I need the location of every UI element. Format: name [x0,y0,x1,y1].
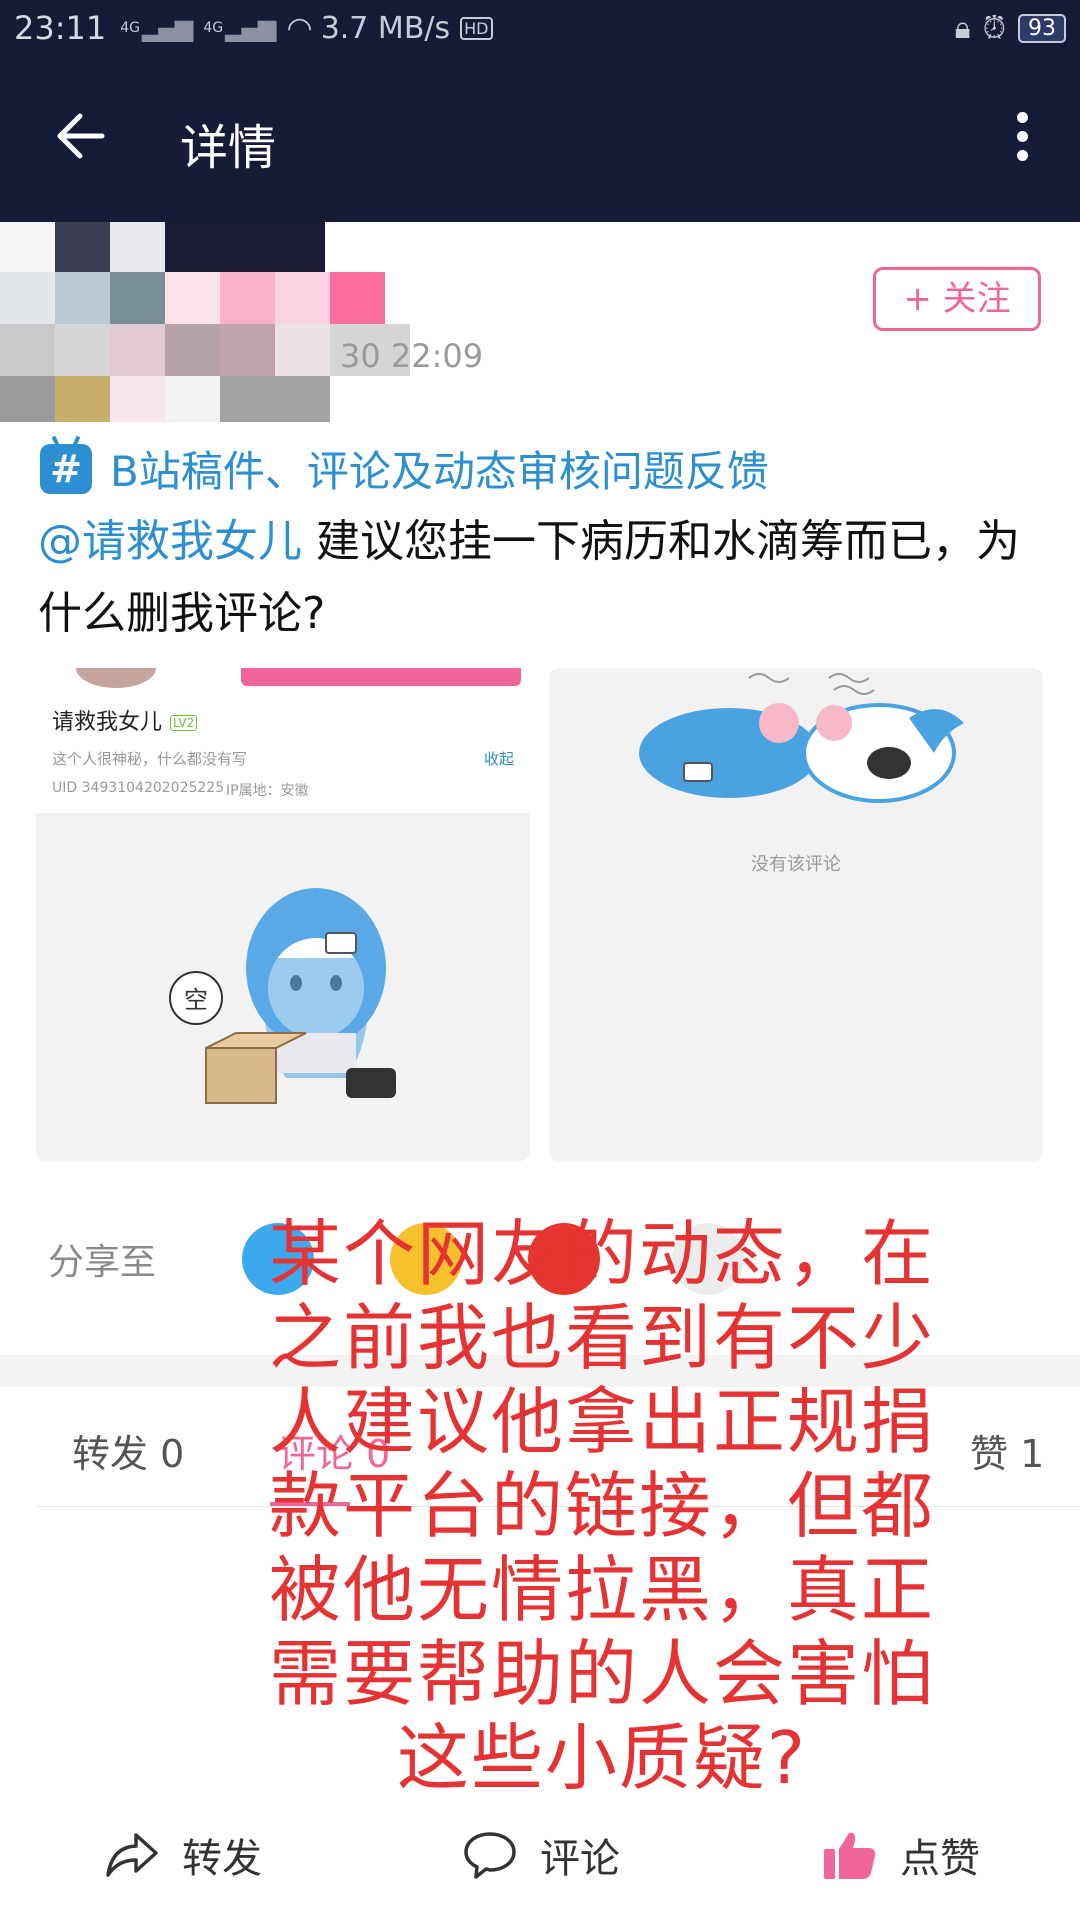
hashtag-tv-icon: # [40,443,92,494]
profile-username: 请救我女儿 LV2 [52,704,198,736]
hd-icon: HD [460,16,493,40]
repost-label: 转发 [182,1836,262,1882]
profile-ip: IP属地：安徽 [226,783,309,799]
collapse-link: 收起 [483,750,514,768]
like-button[interactable]: 点赞 [822,1826,980,1884]
network-type-2: 4G [203,20,224,36]
comment-label: 评论 [540,1836,620,1882]
post-image-1[interactable]: 请救我女儿 LV2 这个人很神秘，什么都没有写 收起 UID 3493104202… [36,668,530,1161]
profile-card-screenshot: 请救我女儿 LV2 这个人很神秘，什么都没有写 收起 UID 3493104202… [36,668,530,813]
app-bar: 详情 [0,56,1080,222]
signal-icon: ▂▄▆ [141,14,193,42]
alarm-icon: ⏰︎ [982,10,1006,46]
repost-button[interactable]: 转发 [104,1826,262,1884]
back-arrow-icon[interactable] [52,106,112,166]
topic-label: B站稿件、评论及动态审核问题反馈 [110,447,769,496]
post-image-2[interactable]: 没有该评论 [549,668,1043,1161]
post-author: 30 22:09 + 关注 [0,222,1080,422]
no-comment-text: 没有该评论 [751,854,841,875]
profile-bio: 这个人很神秘，什么都没有写 [52,750,248,768]
battery-icon: 93 [1018,13,1066,43]
wifi-icon: ◠ [286,10,313,46]
page-title: 详情 [180,120,277,176]
empty-mascot-illustration: 空 [169,888,396,1104]
avatar [76,668,156,688]
topic-link[interactable]: # B站稿件、评论及动态审核问题反馈 [40,438,769,499]
network-speed: 3.7 MB/s [320,10,451,46]
follow-button[interactable]: + 关注 [873,267,1041,331]
post-text: @请救我女儿 建议您挂一下病历和水滴筹而已，为什么删我评论? [38,506,1048,650]
tab-repost[interactable]: 转发 0 [72,1423,184,1478]
level-badge: LV2 [170,715,198,731]
tab-like[interactable]: 赞 1 [970,1423,1044,1478]
bottom-action-bar: 转发 评论 点赞 [0,1800,1080,1920]
more-options-icon[interactable] [1014,112,1030,162]
post-time: 30 22:09 [340,337,484,375]
speech-bubble-text: 空 [184,986,208,1014]
share-label: 分享至 [48,1242,157,1283]
mention-link[interactable]: @请救我女儿 [38,516,302,567]
like-label: 点赞 [900,1836,980,1882]
follow-button-fragment [241,668,521,686]
signal-icon: ▂▄▆ [225,14,276,42]
network-type-1: 4G [120,20,140,36]
overlay-annotation: 某个网友的动态，在之前我也看到有不少人建议他拿出正规捐款平台的链接，但都被他无情… [268,1212,935,1800]
thumbs-up-icon [824,1832,876,1879]
comment-bubble-icon [464,1832,516,1879]
status-time: 23:11 [14,9,107,47]
comment-button[interactable]: 评论 [462,1826,620,1884]
lock-rotation-icon: 🔒︎ [954,10,971,46]
status-bar: 23:11 4G ▂▄▆ 4G ▂▄▆ ◠ 3.7 MB/s HD 🔒︎ ⏰︎ … [0,0,1080,56]
blurred-avatar [0,222,420,422]
profile-uid: UID 3493104202025225 [52,780,225,796]
share-arrow-icon [106,1833,158,1877]
sleeping-mascots-illustration [639,673,964,803]
